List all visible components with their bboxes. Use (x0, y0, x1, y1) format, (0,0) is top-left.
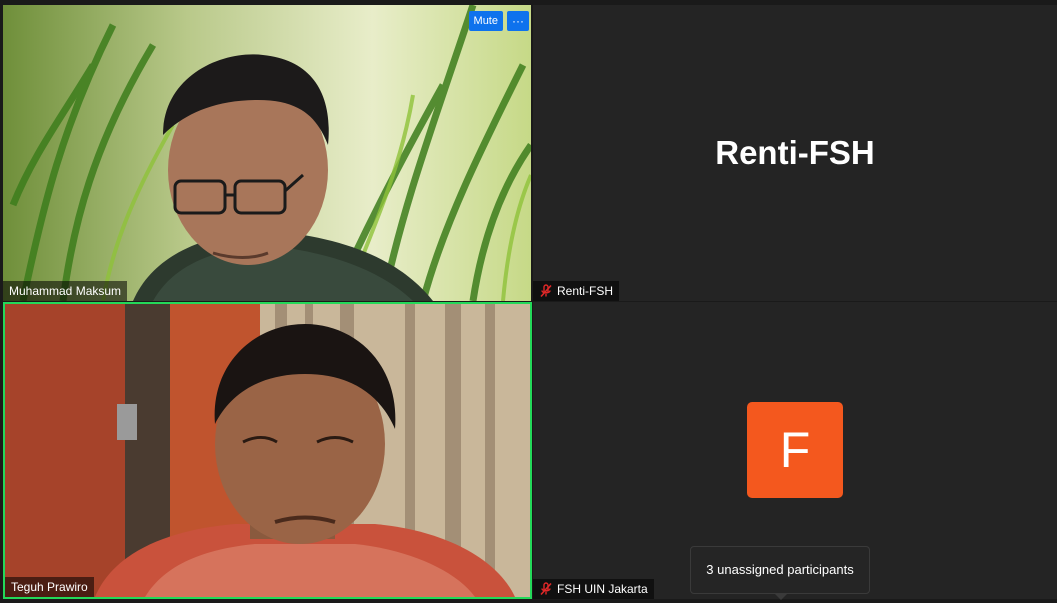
participant-name: Muhammad Maksum (9, 284, 122, 298)
tooltip-arrow (775, 594, 787, 600)
participant-name-tag: Muhammad Maksum (3, 281, 128, 301)
participant-video (5, 304, 530, 597)
participant-avatar: F (747, 402, 843, 498)
participant-display-name: Renti-FSH (715, 134, 875, 171)
participant-name-tag: Teguh Prawiro (5, 577, 94, 597)
video-tile-muhammad-maksum[interactable]: Mute ··· Muhammad Maksum (3, 5, 531, 301)
tile-hover-controls: Mute ··· (468, 11, 529, 31)
participant-name: FSH UIN Jakarta (557, 582, 648, 596)
participant-name-tag: FSH UIN Jakarta (533, 579, 654, 599)
mic-muted-icon (539, 284, 553, 298)
video-gallery: Mute ··· Muhammad Maksum Renti-FSH Renti… (0, 0, 1057, 603)
mute-participant-button[interactable]: Mute (468, 11, 503, 31)
video-tile-teguh-prawiro[interactable]: Teguh Prawiro (3, 302, 532, 599)
participant-name: Teguh Prawiro (11, 580, 88, 594)
more-options-button[interactable]: ··· (507, 11, 529, 31)
video-tile-renti-fsh[interactable]: Renti-FSH Renti-FSH (533, 5, 1057, 301)
mic-muted-icon (539, 582, 553, 596)
participant-name-tag: Renti-FSH (533, 281, 620, 301)
participant-video (3, 5, 531, 301)
unassigned-participants-tooltip[interactable]: 3 unassigned participants (690, 546, 870, 594)
participant-name: Renti-FSH (557, 284, 614, 298)
